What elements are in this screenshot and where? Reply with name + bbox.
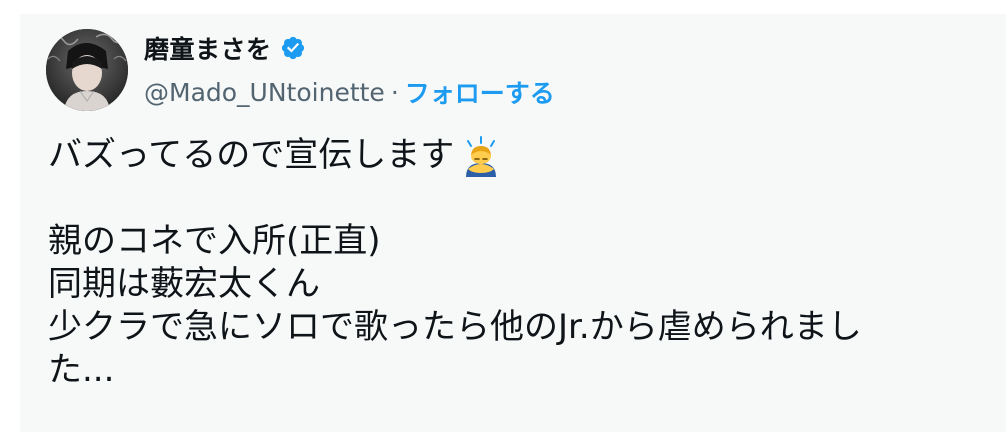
tweet-line-5: た... bbox=[48, 349, 988, 392]
tweet-line-1: バズってるので宣伝します bbox=[48, 134, 988, 177]
tweet-line-4-text: 少クラで急にソロで歌ったら他のJr.から虐められまし bbox=[48, 307, 862, 347]
person-bowing-emoji bbox=[466, 135, 497, 177]
tweet-line-3-text: 同期は藪宏太くん bbox=[48, 264, 320, 304]
display-name-row: 磨童まさを bbox=[144, 30, 555, 66]
tweet-header: 磨童まさを @Mado_UNtoinette · フォローする bbox=[46, 28, 555, 112]
author-avatar[interactable] bbox=[46, 29, 128, 111]
separator-dot: · bbox=[390, 77, 399, 107]
tweet-text: バズってるので宣伝します 親のコネで入所(正直) 同期は藪宏太くん 少クラで急に… bbox=[48, 134, 988, 392]
handle-row: @Mado_UNtoinette · フォローする bbox=[144, 74, 555, 110]
tweet-line-2: 親のコネで入所(正直) bbox=[48, 220, 988, 263]
tweet-line-5-text: た... bbox=[48, 350, 115, 390]
author-handle[interactable]: @Mado_UNtoinette bbox=[144, 78, 385, 107]
tweet-line-1-text: バズってるので宣伝します bbox=[48, 135, 455, 175]
author-names: 磨童まさを @Mado_UNtoinette · フォローする bbox=[144, 30, 555, 110]
follow-button[interactable]: フォローする bbox=[405, 74, 555, 110]
verified-badge-icon bbox=[281, 36, 304, 60]
author-display-name[interactable]: 磨童まさを bbox=[144, 30, 272, 66]
tweet-line-2-text: 親のコネで入所(正直) bbox=[48, 221, 381, 261]
tweet-line-4: 少クラで急にソロで歌ったら他のJr.から虐められまし bbox=[48, 306, 988, 349]
embedded-tweet-card[interactable]: 磨童まさを @Mado_UNtoinette · フォローする バズってるので宣… bbox=[20, 14, 1006, 432]
tweet-line-3: 同期は藪宏太くん bbox=[48, 263, 988, 306]
